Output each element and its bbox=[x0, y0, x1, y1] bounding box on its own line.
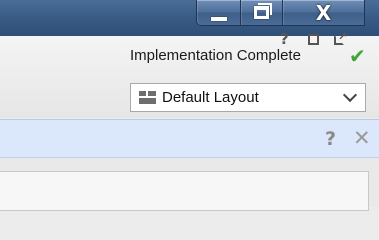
layout-icon bbox=[139, 91, 156, 104]
info-bar: ? ✕ bbox=[0, 119, 379, 158]
panel-area bbox=[0, 158, 379, 211]
close-icon[interactable]: ✕ bbox=[353, 126, 371, 150]
float-icon[interactable]: ↗ bbox=[334, 30, 347, 45]
help-icon[interactable]: ? bbox=[325, 128, 336, 150]
layout-dropdown[interactable]: Default Layout bbox=[130, 83, 366, 112]
layout-dropdown-value: Default Layout bbox=[162, 89, 259, 106]
minimize-button[interactable] bbox=[196, 0, 241, 26]
restore-icon bbox=[254, 3, 272, 19]
window-title-bar: X bbox=[0, 0, 379, 36]
implementation-status: Implementation Complete bbox=[130, 47, 301, 64]
restore-button[interactable] bbox=[241, 0, 283, 26]
minimize-icon bbox=[210, 16, 227, 21]
maximize-icon[interactable] bbox=[308, 34, 319, 45]
chevron-down-icon bbox=[342, 87, 358, 103]
panel-help-icon[interactable]: ? bbox=[280, 30, 289, 48]
panel bbox=[0, 171, 369, 211]
close-icon: X bbox=[315, 0, 332, 25]
checkmark-icon: ✔ bbox=[349, 44, 366, 68]
close-window-button[interactable]: X bbox=[283, 0, 365, 26]
window-controls: X bbox=[196, 0, 365, 27]
